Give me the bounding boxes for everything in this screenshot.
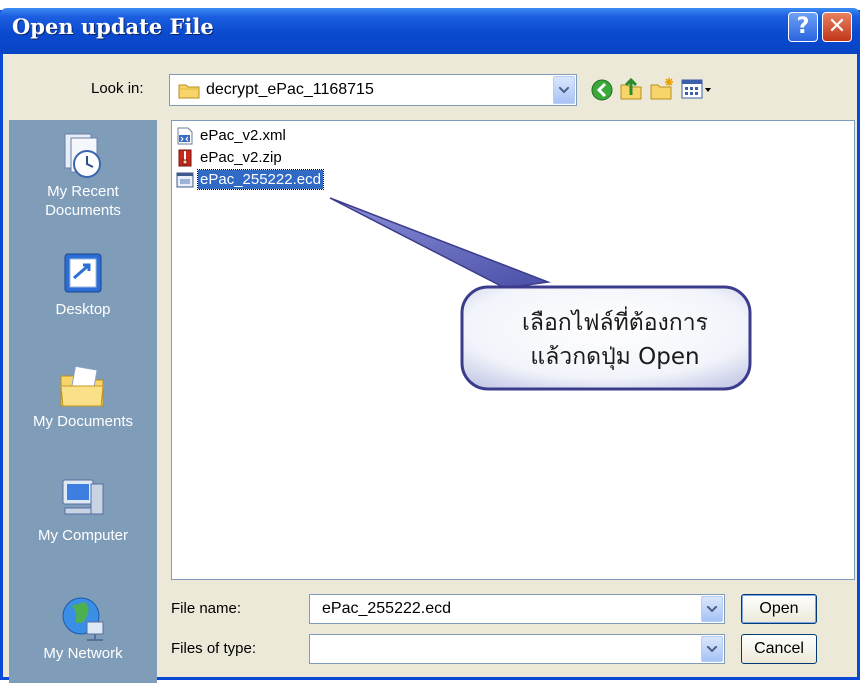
callout-text: เลือกไฟล์ที่ต้องการ แล้วกดปุ่ม Open bbox=[470, 306, 760, 374]
callout-line1: เลือกไฟล์ที่ต้องการ bbox=[522, 310, 708, 336]
callout-line2: แล้วกดปุ่ม Open bbox=[530, 344, 700, 370]
callout-pointer bbox=[329, 197, 551, 289]
